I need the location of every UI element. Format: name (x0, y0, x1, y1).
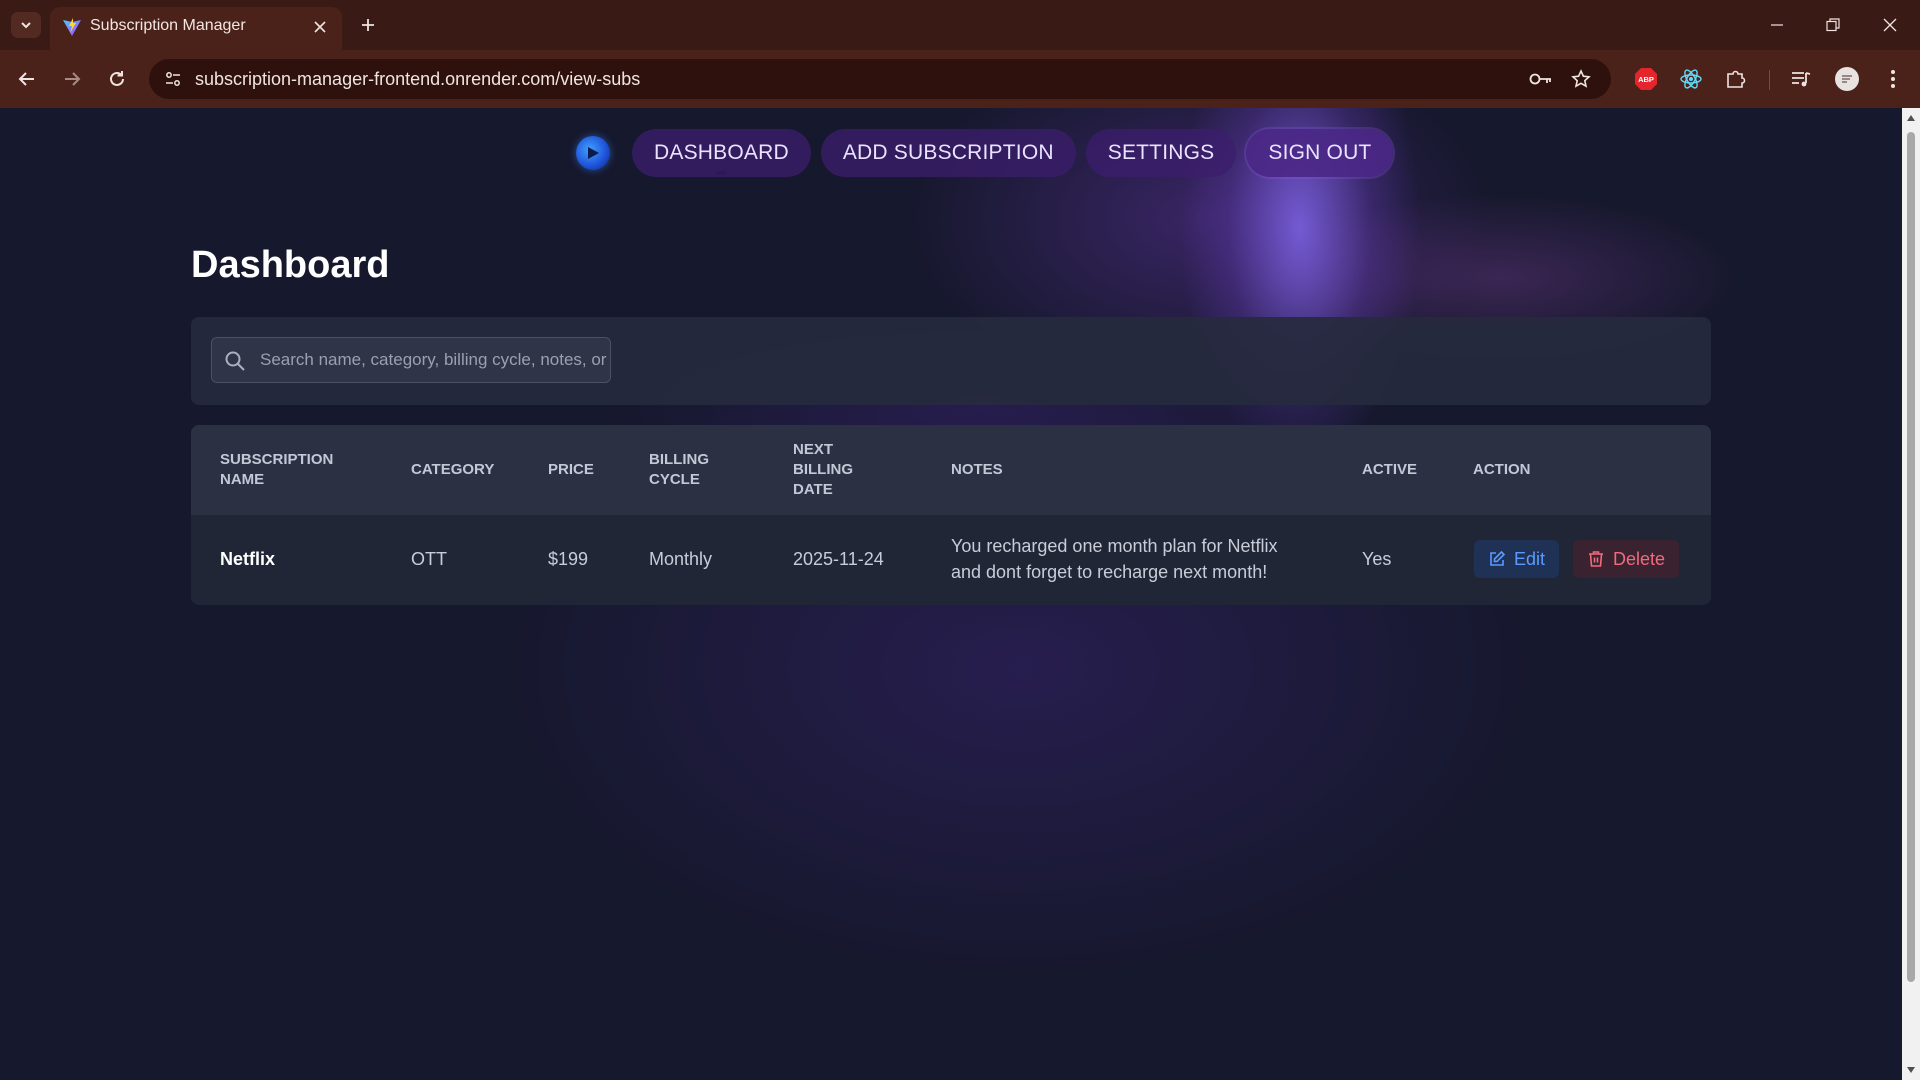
vertical-scrollbar[interactable] (1902, 108, 1920, 1080)
svg-text:ABP: ABP (1638, 75, 1654, 84)
search-box[interactable] (211, 337, 611, 383)
bookmark-button[interactable] (1567, 65, 1595, 93)
address-bar[interactable]: subscription-manager-frontend.onrender.c… (149, 59, 1611, 99)
restore-icon (1826, 18, 1840, 32)
browser-menu-button[interactable] (1876, 62, 1910, 96)
tab-search-button[interactable] (11, 12, 41, 38)
delete-button-label: Delete (1613, 548, 1666, 569)
close-icon (314, 21, 326, 33)
key-icon (1529, 73, 1551, 85)
react-devtools-button[interactable] (1674, 62, 1708, 96)
table-header: SUBSCRIPTION NAME CATEGORY PRICE BILLING… (191, 425, 1711, 515)
adblock-plus-icon: ABP (1635, 68, 1657, 90)
restore-button[interactable] (1813, 8, 1853, 42)
header-category: CATEGORY (411, 461, 495, 478)
tune-icon (166, 72, 180, 86)
cell-price: $199 (548, 549, 589, 569)
nav-settings[interactable]: SETTINGS (1085, 129, 1237, 177)
playlist-music-icon (1792, 72, 1811, 87)
password-key-button[interactable] (1527, 65, 1555, 93)
cell-notes: You recharged one month plan for Netflix… (951, 536, 1278, 582)
cell-billing-cycle: Monthly (649, 549, 713, 569)
chevron-down-icon (21, 22, 31, 29)
triangle-down-icon (1907, 1067, 1915, 1073)
close-icon (1883, 18, 1897, 32)
adblock-extension-button[interactable]: ABP (1629, 62, 1663, 96)
cell-active: Yes (1362, 549, 1392, 569)
header-subscription-name: SUBSCRIPTION NAME (220, 451, 334, 488)
reload-icon (110, 71, 124, 86)
plus-icon (362, 19, 374, 31)
minimize-icon (1771, 24, 1783, 26)
extensions-puzzle-icon (1727, 70, 1746, 88)
header-active: ACTIVE (1362, 461, 1418, 478)
header-price: PRICE (548, 461, 594, 478)
page-viewport: DASHBOARD ADD SUBSCRIPTION SETTINGS SIGN… (0, 108, 1902, 1080)
header-billing-cycle: BILLING CYCLE (649, 451, 709, 488)
react-devtools-icon (1680, 69, 1702, 89)
page-title: Dashboard (191, 244, 390, 286)
edit-icon (1490, 550, 1506, 566)
app-logo[interactable] (576, 136, 610, 170)
nav-sign-out[interactable]: SIGN OUT (1246, 129, 1394, 177)
extensions-button[interactable] (1719, 62, 1753, 96)
minimize-button[interactable] (1757, 8, 1797, 42)
star-icon (1571, 69, 1591, 88)
nav-dashboard[interactable]: DASHBOARD (632, 129, 811, 177)
reload-button[interactable] (100, 62, 134, 96)
edit-button-label: Edit (1514, 548, 1546, 569)
main-navbar: DASHBOARD ADD SUBSCRIPTION SETTINGS SIGN… (576, 129, 1394, 177)
header-notes: NOTES (951, 461, 1003, 478)
forward-button[interactable] (55, 62, 89, 96)
cell-next-billing-date: 2025-11-24 (793, 549, 884, 569)
new-tab-button[interactable] (353, 10, 383, 40)
close-window-button[interactable] (1870, 8, 1910, 42)
browser-tab-strip: Subscription Manager (0, 0, 1920, 50)
app-logo-icon (588, 147, 599, 159)
cell-subscription-name: Netflix (220, 549, 276, 569)
cell-category: OTT (411, 549, 447, 569)
header-next-billing-date: NEXT BILLING DATE (793, 441, 853, 498)
more-vertical-icon (1891, 70, 1895, 88)
search-panel (191, 317, 1711, 405)
trash-icon (1589, 551, 1603, 567)
edit-button[interactable]: Edit (1474, 540, 1560, 578)
toolbar-separator (1769, 70, 1770, 90)
arrow-left-icon (18, 72, 34, 86)
browser-tab-active[interactable]: Subscription Manager (50, 7, 342, 50)
triangle-up-icon (1907, 115, 1915, 121)
header-action: ACTION (1473, 461, 1531, 478)
delete-button[interactable]: Delete (1573, 540, 1680, 578)
scroll-up-button[interactable] (1905, 112, 1917, 124)
scroll-down-button[interactable] (1905, 1064, 1917, 1076)
url-text[interactable]: subscription-manager-frontend.onrender.c… (195, 69, 640, 90)
vite-logo-icon (63, 18, 81, 36)
search-icon (225, 351, 245, 371)
arrow-right-icon (65, 72, 81, 86)
scrollbar-thumb[interactable] (1907, 132, 1915, 982)
profile-button[interactable] (1830, 62, 1864, 96)
tab-close-button[interactable] (308, 15, 332, 39)
browser-toolbar: subscription-manager-frontend.onrender.c… (0, 50, 1920, 108)
avatar-icon (1835, 67, 1859, 91)
media-control-button[interactable] (1784, 62, 1818, 96)
nav-add-subscription[interactable]: ADD SUBSCRIPTION (820, 129, 1076, 177)
subscriptions-table: SUBSCRIPTION NAME CATEGORY PRICE BILLING… (191, 425, 1711, 605)
site-info-button[interactable] (159, 65, 187, 93)
search-input[interactable] (260, 338, 610, 382)
tab-title: Subscription Manager (90, 17, 246, 34)
back-button[interactable] (10, 62, 44, 96)
